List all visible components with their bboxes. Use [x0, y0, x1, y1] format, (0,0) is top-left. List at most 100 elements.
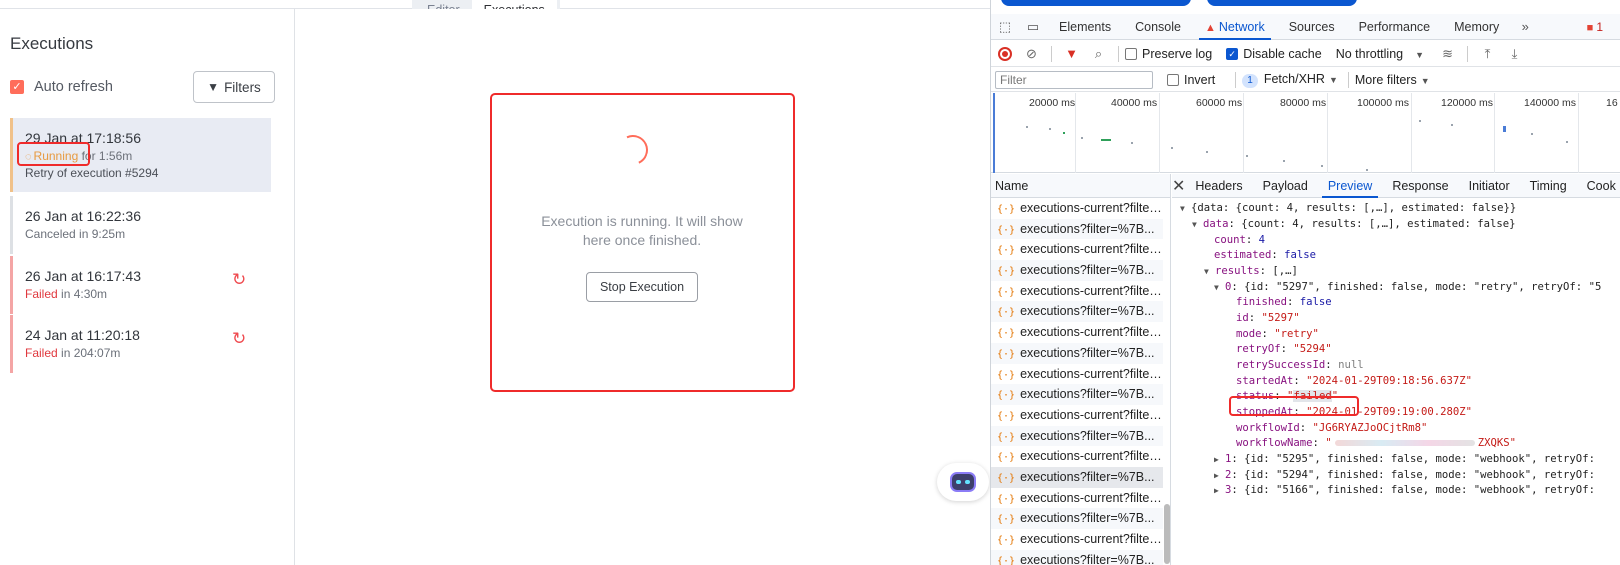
- request-row[interactable]: {·} executions-current?filter...: [991, 239, 1163, 260]
- json-value: false: [1299, 296, 1332, 308]
- json-result-0-line[interactable]: ▼ 0: {id: "5297", finished: false, mode: …: [1214, 280, 1601, 296]
- json-retrysuccessid-line: retrySuccessId: null: [1236, 359, 1364, 371]
- timeline-tick-label: 140000 ms: [1524, 97, 1576, 109]
- execution-item-failed[interactable]: 26 Jan at 16:17:43 Failed in 4:30m ↻: [10, 256, 271, 314]
- timeline-cursor: [993, 93, 995, 173]
- json-result-3-line[interactable]: ▶ 3: {id: "5166", finished: false, mode: …: [1214, 483, 1595, 499]
- json-result-2-line[interactable]: ▶ 2: {id: "5294", finished: false, mode: …: [1214, 468, 1595, 484]
- search-icon[interactable]: ⌕: [1085, 46, 1112, 62]
- tab-cookies[interactable]: Cook: [1577, 174, 1620, 198]
- detail-tabbar: ✕ Headers Payload Preview Response Initi…: [1172, 174, 1620, 198]
- filters-button[interactable]: ▼ Filters: [193, 71, 275, 103]
- disable-cache-checkbox[interactable]: ✓: [1226, 47, 1239, 60]
- preserve-log-checkbox[interactable]: [1125, 47, 1137, 60]
- name-column-header[interactable]: Name: [991, 174, 1170, 198]
- request-name: executions-current?filter...: [1020, 532, 1163, 546]
- scrollbar-thumb[interactable]: [1164, 504, 1170, 564]
- request-row[interactable]: {·} executions-current?filter...: [991, 446, 1163, 467]
- tab-headers[interactable]: Headers: [1185, 174, 1252, 198]
- assistant-button[interactable]: [937, 463, 989, 501]
- request-row[interactable]: {·} executions?filter=%7B...: [991, 466, 1163, 488]
- filter-input[interactable]: [995, 70, 1153, 89]
- browser-button[interactable]: [1207, 0, 1357, 6]
- close-icon[interactable]: ✕: [1172, 176, 1185, 196]
- tab-timing[interactable]: Timing: [1520, 174, 1577, 198]
- request-row[interactable]: {·} executions?filter=%7B...: [991, 508, 1163, 529]
- request-row[interactable]: {·} executions-current?filter...: [991, 364, 1163, 385]
- request-row[interactable]: {·} executions-current?filter...: [991, 529, 1163, 550]
- request-row[interactable]: {·} executions?filter=%7B...: [991, 549, 1163, 565]
- network-conditions-icon[interactable]: ≋: [1434, 46, 1461, 62]
- tab-performance[interactable]: Performance: [1347, 14, 1443, 40]
- fetch-xhr-filter[interactable]: 1 Fetch/XHR ▼: [1242, 72, 1338, 88]
- request-row[interactable]: {·} executions?filter=%7B...: [991, 301, 1163, 323]
- device-toolbar-icon[interactable]: ▭: [1019, 19, 1047, 35]
- execution-item-canceled[interactable]: 26 Jan at 16:22:36 Canceled in 9:25m: [10, 196, 271, 254]
- xhr-request-icon: {·}: [997, 204, 1016, 215]
- tab-response[interactable]: Response: [1382, 174, 1458, 198]
- throttling-select[interactable]: No throttling ▼: [1336, 47, 1424, 61]
- invert-checkbox[interactable]: [1167, 73, 1179, 86]
- export-har-icon[interactable]: ⤓: [1501, 46, 1528, 62]
- request-row[interactable]: {·} executions-current?filter...: [991, 198, 1163, 219]
- json-result-1-line[interactable]: ▶ 1: {id: "5295", finished: false, mode: …: [1214, 452, 1595, 468]
- timeline-request-dot: [1206, 151, 1208, 153]
- request-row[interactable]: {·} executions-current?filter...: [991, 281, 1163, 302]
- json-results-line[interactable]: ▼ results: [,…]: [1204, 264, 1298, 280]
- issues-badge[interactable]: ■ 1: [1587, 14, 1603, 40]
- request-row[interactable]: {·} executions?filter=%7B...: [991, 425, 1163, 447]
- tab-elements[interactable]: Elements: [1047, 14, 1123, 40]
- json-value: null: [1338, 359, 1364, 371]
- tab-memory[interactable]: Memory: [1442, 14, 1511, 40]
- import-har-icon[interactable]: ⤒: [1474, 46, 1501, 62]
- execution-duration: in 204:07m: [57, 346, 121, 360]
- execution-duration: in 4:30m: [57, 287, 108, 301]
- clear-icon[interactable]: ⊘: [1018, 46, 1045, 62]
- xhr-request-icon: {·}: [997, 493, 1016, 505]
- expanded-triangle-icon: ▼: [1204, 267, 1209, 276]
- request-row[interactable]: {·} executions?filter=%7B...: [991, 384, 1163, 405]
- request-row[interactable]: {·} executions?filter=%7B...: [991, 342, 1163, 364]
- timeline-request-dot: [1531, 133, 1533, 135]
- tab-network[interactable]: ▲ Network: [1193, 14, 1277, 40]
- status-bar: [10, 196, 13, 254]
- browser-button[interactable]: [1001, 0, 1191, 6]
- json-preview-tree: ▼ {data: {count: 4, results: [,…], estima…: [1172, 198, 1620, 565]
- more-filters-dropdown[interactable]: More filters ▼: [1355, 73, 1430, 87]
- tab-sources[interactable]: Sources: [1277, 14, 1347, 40]
- timeline-tick-label: 120000 ms: [1441, 97, 1493, 109]
- inspect-element-icon[interactable]: ⬚: [991, 19, 1019, 35]
- request-row[interactable]: {·} executions?filter=%7B...: [991, 218, 1163, 240]
- tab-payload[interactable]: Payload: [1253, 174, 1318, 198]
- filter-icon[interactable]: ▼: [1058, 46, 1085, 61]
- toolbar-separator: [1235, 71, 1237, 88]
- expanded-triangle-icon: ▼: [1180, 204, 1185, 213]
- tab-console[interactable]: Console: [1123, 14, 1193, 40]
- request-row[interactable]: {·} executions-current?filter...: [991, 322, 1163, 343]
- record-icon[interactable]: [991, 46, 1018, 62]
- network-timeline-overview[interactable]: 20000 ms 40000 ms 60000 ms 80000 ms 1000…: [991, 93, 1620, 173]
- tab-preview[interactable]: Preview: [1318, 174, 1382, 198]
- more-tabs-icon[interactable]: »: [1511, 19, 1539, 34]
- timeline-request-dot: [1171, 147, 1173, 149]
- stop-execution-button[interactable]: Stop Execution: [586, 272, 698, 302]
- request-row[interactable]: {·} executions-current?filter...: [991, 488, 1163, 509]
- execution-item-failed[interactable]: 24 Jan at 11:20:18 Failed in 204:07m ↻: [10, 315, 271, 373]
- status-bar: [10, 256, 13, 314]
- timeline-gridline: [1243, 93, 1244, 173]
- retry-icon[interactable]: ↻: [232, 329, 246, 349]
- auto-refresh-label: Auto refresh: [34, 79, 113, 95]
- request-row[interactable]: {·} executions?filter=%7B...: [991, 260, 1163, 281]
- json-value: 4: [1258, 234, 1266, 246]
- checkbox-checked-icon[interactable]: ✓: [10, 80, 24, 94]
- dropdown-arrow-icon: ▼: [1328, 74, 1338, 85]
- json-root-line[interactable]: ▼ {data: {count: 4, results: [,…], estima…: [1180, 201, 1516, 217]
- json-data-line[interactable]: ▼ data: {count: 4, results: [,…], estimat…: [1192, 217, 1516, 233]
- auto-refresh-toggle[interactable]: ✓ Auto refresh: [10, 79, 113, 95]
- tab-initiator[interactable]: Initiator: [1459, 174, 1520, 198]
- request-row[interactable]: {·} executions-current?filter...: [991, 405, 1163, 426]
- loading-spinner-icon: [613, 130, 653, 170]
- status-bar: [10, 118, 13, 192]
- retry-icon[interactable]: ↻: [232, 270, 246, 290]
- screenshot-root: Editor Executions Executions ✓ Auto refr…: [0, 0, 1620, 565]
